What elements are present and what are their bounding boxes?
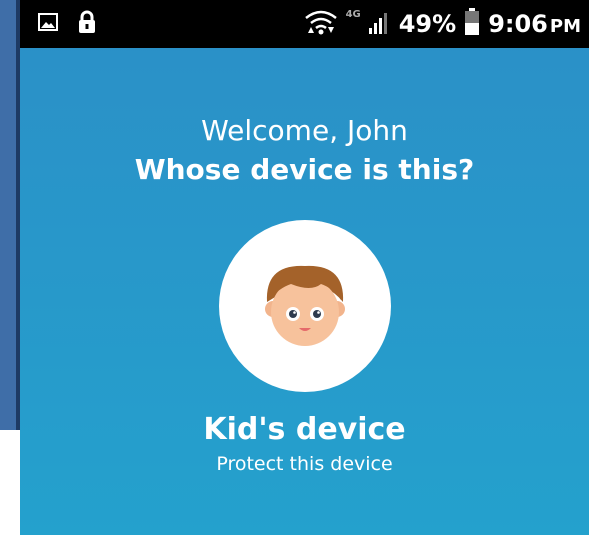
background-window-edge <box>0 0 20 430</box>
clock-time: 9:06 <box>488 10 548 38</box>
main-content: Welcome, John Whose device is this? Kid'… <box>20 48 589 475</box>
signal-icon <box>368 10 391 38</box>
clock-ampm: PM <box>549 16 581 37</box>
kids-device-label[interactable]: Kid's device <box>20 412 589 447</box>
network-type: 4G <box>345 8 361 20</box>
welcome-text: Welcome, John <box>201 114 408 147</box>
image-icon <box>38 13 58 35</box>
status-bar: 4G 49% 9:06 PM <box>20 0 589 48</box>
clock: 9:06 PM <box>488 10 581 38</box>
kids-device-subtitle: Protect this device <box>216 453 393 475</box>
kids-device-option[interactable] <box>218 220 391 392</box>
lock-icon <box>78 10 96 38</box>
battery-percentage: 49% <box>398 10 457 38</box>
wifi-icon <box>304 9 338 39</box>
kid-face-icon <box>255 254 355 358</box>
phone-screen: 4G 49% 9:06 PM Welcome, John Whose devic… <box>20 0 589 535</box>
page-title: Whose device is this? <box>134 153 475 186</box>
battery-icon <box>464 8 480 40</box>
